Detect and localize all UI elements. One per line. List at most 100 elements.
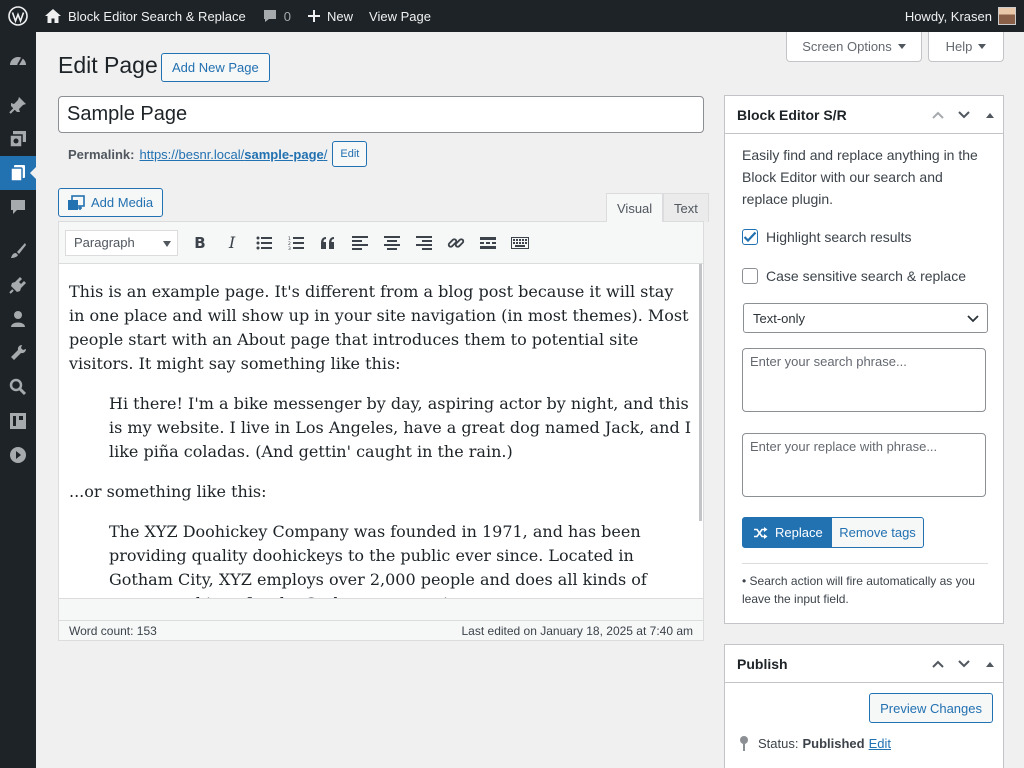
svg-text:3: 3 bbox=[288, 246, 291, 250]
help-label: Help bbox=[945, 39, 973, 54]
wordpress-logo-icon[interactable] bbox=[0, 0, 36, 32]
read-more-icon[interactable] bbox=[472, 228, 504, 258]
numbered-list-icon[interactable]: 123 bbox=[280, 228, 312, 258]
mode-selected: Text-only bbox=[753, 310, 806, 326]
plus-icon bbox=[308, 10, 320, 22]
bold-icon[interactable]: B bbox=[184, 228, 216, 258]
permalink-link[interactable]: https://besnr.local/sample-page/ bbox=[139, 147, 327, 162]
posts-pin-icon[interactable] bbox=[0, 88, 36, 122]
comments-link[interactable]: 0 bbox=[254, 0, 299, 32]
permalink-slug: sample-page bbox=[244, 146, 324, 162]
howdy-text: Howdy, Krasen bbox=[904, 8, 992, 24]
comments-icon[interactable] bbox=[0, 190, 36, 224]
pin-icon bbox=[740, 736, 748, 751]
admin-bar: Block Editor Search & Replace 0 New View… bbox=[0, 0, 1024, 32]
add-media-button[interactable]: Add Media bbox=[58, 188, 163, 217]
italic-icon[interactable]: I bbox=[216, 228, 248, 258]
snr-note: • Search action will fire automatically … bbox=[742, 563, 988, 608]
tab-text[interactable]: Text bbox=[663, 193, 709, 222]
appearance-brush-icon[interactable] bbox=[0, 234, 36, 268]
editor-statusbar: Word count: 153 Last edited on January 1… bbox=[59, 598, 703, 640]
word-count: Word count: 153 bbox=[69, 623, 157, 638]
screen-options-button[interactable]: Screen Options bbox=[786, 32, 922, 62]
case-sensitive-label: Case sensitive search & replace bbox=[766, 268, 966, 284]
checkbox-box bbox=[742, 268, 758, 284]
editor-content[interactable]: This is an example page. It's different … bbox=[59, 264, 703, 598]
my-account-link[interactable]: Howdy, Krasen bbox=[897, 0, 1024, 32]
chevron-down-icon bbox=[967, 315, 979, 323]
help-button[interactable]: Help bbox=[928, 32, 1004, 62]
site-name-link[interactable]: Block Editor Search & Replace bbox=[36, 0, 254, 32]
publish-metabox: Publish Preview Changes Status: Publishe… bbox=[724, 644, 1004, 768]
move-down-icon[interactable] bbox=[951, 646, 977, 682]
pages-icon[interactable] bbox=[0, 156, 36, 190]
format-select[interactable]: Paragraph bbox=[65, 229, 178, 256]
bulleted-list-icon[interactable] bbox=[248, 228, 280, 258]
site-name: Block Editor Search & Replace bbox=[68, 8, 246, 24]
align-center-icon[interactable] bbox=[376, 228, 408, 258]
toggle-panel-icon[interactable] bbox=[977, 646, 1003, 682]
move-up-icon[interactable] bbox=[925, 646, 951, 682]
permalink-trail: / bbox=[323, 146, 328, 162]
status-label: Status: bbox=[758, 735, 799, 751]
page-title: Edit Page bbox=[58, 52, 158, 78]
replace-label: Replace bbox=[775, 525, 823, 540]
toggle-panel-icon[interactable] bbox=[977, 97, 1003, 133]
replace-phrase-input[interactable]: Enter your replace with phrase... bbox=[742, 433, 986, 497]
add-new-page-button[interactable]: Add New Page bbox=[161, 53, 270, 82]
permalink-edit-button[interactable]: Edit bbox=[332, 141, 368, 167]
move-up-icon[interactable] bbox=[925, 97, 951, 133]
tools-wrench-icon[interactable] bbox=[0, 336, 36, 370]
comment-icon bbox=[263, 10, 276, 22]
plugins-icon[interactable] bbox=[0, 268, 36, 302]
home-icon bbox=[45, 9, 61, 23]
comments-count: 0 bbox=[283, 8, 291, 24]
add-media-label: Add Media bbox=[91, 195, 154, 210]
status-edit-link[interactable]: Edit bbox=[869, 736, 891, 751]
align-right-icon[interactable] bbox=[408, 228, 440, 258]
highlight-checkbox[interactable]: Highlight search results bbox=[742, 229, 912, 245]
snr-metabox: Block Editor S/R Easily find and replace… bbox=[724, 95, 1004, 624]
case-sensitive-checkbox[interactable]: Case sensitive search & replace bbox=[742, 268, 966, 284]
link-icon[interactable] bbox=[440, 228, 472, 258]
admin-side-menu bbox=[0, 32, 36, 768]
media-icon[interactable] bbox=[0, 122, 36, 156]
settings-icon[interactable] bbox=[0, 404, 36, 438]
toolbar-toggle-icon[interactable] bbox=[504, 228, 536, 258]
highlight-label: Highlight search results bbox=[766, 229, 912, 245]
editor-scrollbar[interactable] bbox=[699, 264, 702, 521]
new-content-link[interactable]: New bbox=[299, 0, 361, 32]
new-label: New bbox=[327, 8, 354, 24]
publish-metabox-header: Publish bbox=[725, 645, 1003, 683]
caret-down-icon bbox=[897, 44, 906, 49]
content-paragraph: ...or something like this: bbox=[69, 482, 267, 501]
view-page-label: View Page bbox=[369, 8, 431, 24]
blockquote-icon[interactable] bbox=[312, 228, 344, 258]
avatar bbox=[998, 7, 1016, 25]
caret-down-icon bbox=[978, 44, 987, 49]
post-title-input[interactable]: Sample Page bbox=[58, 96, 704, 133]
content-paragraph: This is an example page. It's different … bbox=[69, 282, 689, 373]
align-left-icon[interactable] bbox=[344, 228, 376, 258]
permalink: Permalink: https://besnr.local/sample-pa… bbox=[68, 141, 368, 167]
move-down-icon[interactable] bbox=[951, 97, 977, 133]
search-replace-icon[interactable] bbox=[0, 370, 36, 404]
checkmark-icon bbox=[742, 229, 758, 245]
classic-editor: Paragraph B I 123 This is an example pag… bbox=[58, 221, 704, 641]
media-icon bbox=[68, 194, 85, 210]
mode-select[interactable]: Text-only bbox=[743, 303, 988, 333]
permalink-label: Permalink: bbox=[68, 146, 135, 162]
remove-tags-button[interactable]: Remove tags bbox=[831, 517, 924, 548]
replace-button[interactable]: Replace bbox=[742, 517, 832, 548]
publish-metabox-title: Publish bbox=[737, 655, 788, 672]
tab-visual[interactable]: Visual bbox=[606, 193, 664, 222]
view-page-link[interactable]: View Page bbox=[361, 0, 439, 32]
collapse-menu-icon[interactable] bbox=[0, 438, 36, 472]
preview-changes-button[interactable]: Preview Changes bbox=[869, 693, 993, 723]
snr-metabox-title: Block Editor S/R bbox=[737, 106, 847, 123]
dashboard-icon[interactable] bbox=[0, 44, 36, 78]
snr-metabox-header: Block Editor S/R bbox=[725, 96, 1003, 134]
users-icon[interactable] bbox=[0, 302, 36, 336]
search-phrase-input[interactable]: Enter your search phrase... bbox=[742, 348, 986, 412]
post-status: Status: Published Edit bbox=[738, 735, 891, 751]
